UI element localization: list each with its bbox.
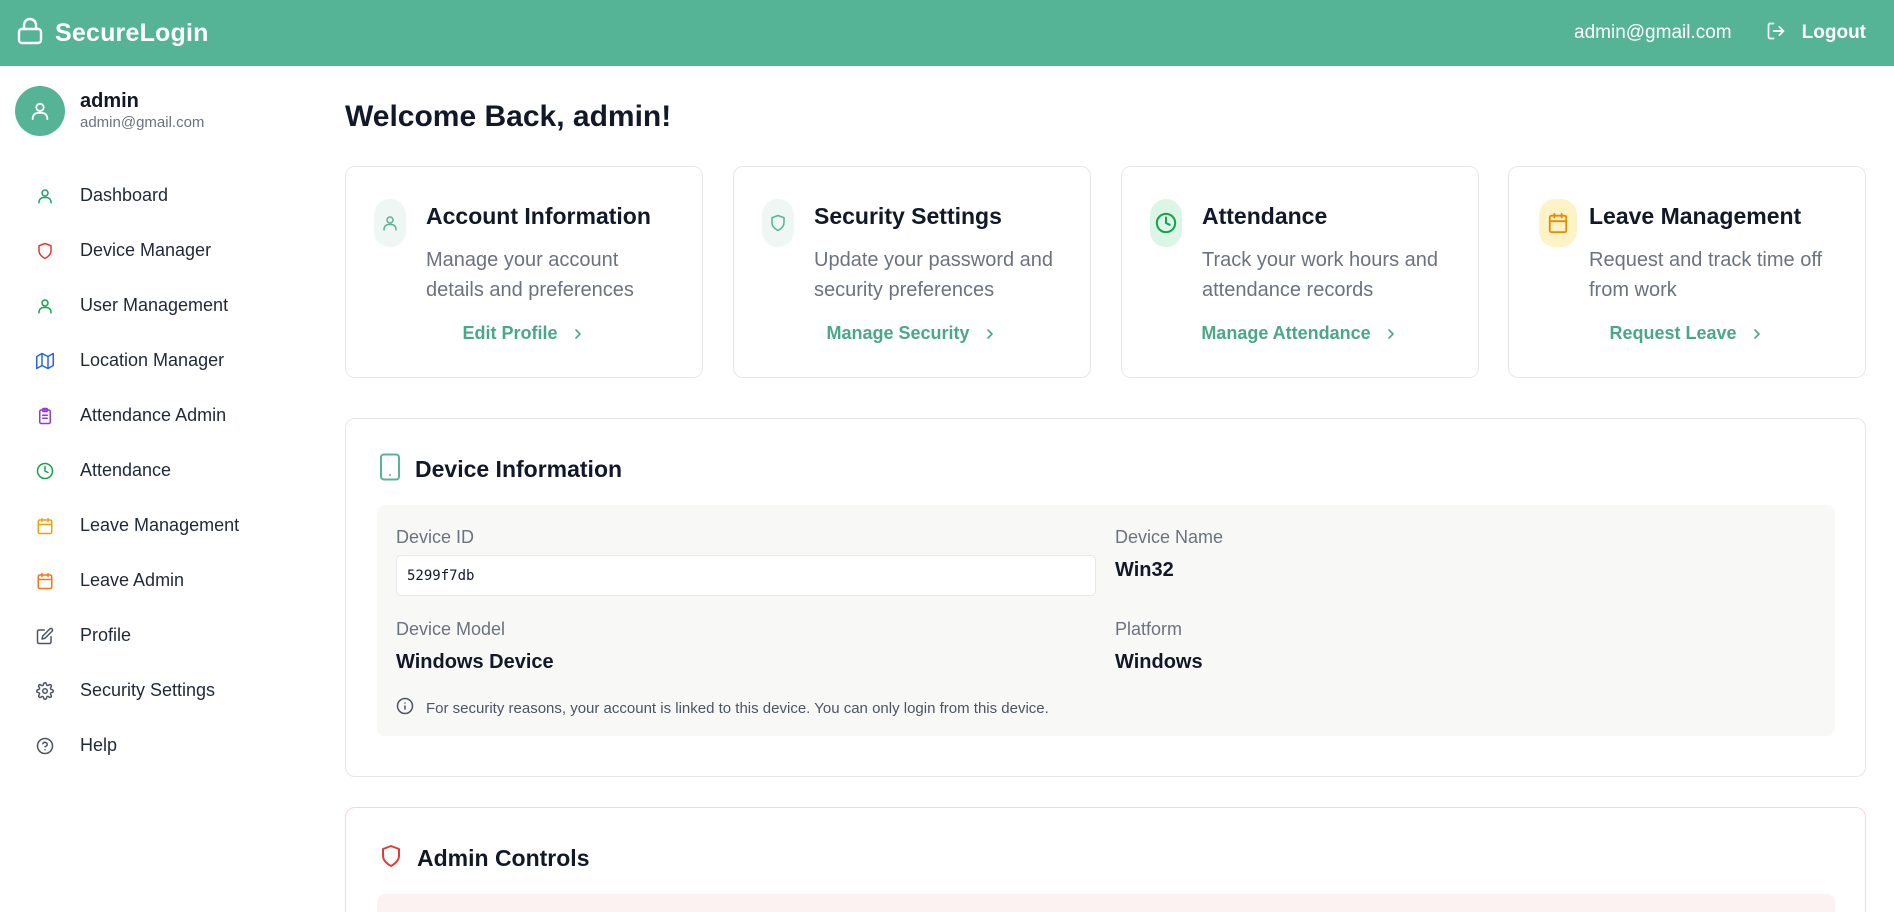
sidebar-item-security-settings[interactable]: Security Settings — [0, 663, 320, 718]
sidebar-item-label: Dashboard — [80, 185, 169, 205]
device-id-field[interactable]: 5299f7db — [396, 555, 1096, 596]
sidebar: admin admin@gmail.com Dashboard Device M… — [0, 66, 320, 912]
calendar-icon — [1539, 199, 1577, 247]
card-link-label: Request Leave — [1609, 323, 1737, 343]
device-notice-text: For security reasons, your account is li… — [426, 699, 1049, 717]
manage-attendance-link[interactable]: Manage Attendance — [1122, 323, 1478, 344]
device-info-box: Device ID 5299f7db Device Name Win32 Dev… — [377, 505, 1835, 736]
clock-icon — [35, 461, 55, 481]
sidebar-item-label: Location Manager — [80, 350, 225, 370]
card-title: Account Information — [426, 203, 651, 229]
gear-icon — [35, 681, 55, 701]
card-title: Security Settings — [814, 203, 1002, 229]
sidebar-item-attendance-admin[interactable]: Attendance Admin — [0, 388, 320, 443]
sidebar-item-label: User Management — [80, 295, 229, 315]
card-leave-management: Leave Management Request and track time … — [1508, 166, 1866, 378]
sidebar-item-user-management[interactable]: User Management — [0, 278, 320, 333]
clipboard-icon — [35, 406, 55, 426]
shield-icon — [35, 241, 55, 261]
platform-label: Platform — [1115, 619, 1183, 639]
sidebar-item-leave-admin[interactable]: Leave Admin — [0, 553, 320, 608]
chevron-right-icon — [570, 326, 586, 342]
sidebar-item-location-manager[interactable]: Location Manager — [0, 333, 320, 388]
sidebar-item-dashboard[interactable]: Dashboard — [0, 168, 320, 223]
device-name-value: Win32 — [1115, 559, 1174, 581]
device-information-title: Device Information — [415, 456, 623, 482]
clock-icon — [1150, 199, 1182, 247]
manage-security-link[interactable]: Manage Security — [734, 323, 1090, 344]
sidebar-item-leave-management[interactable]: Leave Management — [0, 498, 320, 553]
sidebar-item-label: Attendance — [80, 460, 172, 480]
logout-button[interactable]: Logout — [1766, 21, 1866, 46]
user-icon — [374, 199, 406, 247]
device-notice: For security reasons, your account is li… — [396, 697, 1049, 719]
platform-value: Windows — [1115, 651, 1203, 673]
map-icon — [35, 351, 55, 371]
brand-name: SecureLogin — [55, 18, 209, 47]
edit-profile-link[interactable]: Edit Profile — [346, 323, 702, 344]
info-icon — [396, 697, 414, 719]
sidebar-item-label: Security Settings — [80, 680, 216, 700]
avatar — [15, 86, 65, 136]
smartphone-icon — [379, 453, 401, 486]
device-model-label: Device Model — [396, 619, 506, 639]
shield-icon — [379, 842, 403, 875]
card-description: Request and track time off from work — [1589, 249, 1823, 301]
request-leave-link[interactable]: Request Leave — [1509, 323, 1865, 344]
card-attendance: Attendance Track your work hours and att… — [1121, 166, 1479, 378]
device-information-panel: Device Information Device ID 5299f7db De… — [345, 418, 1866, 777]
sidebar-item-help[interactable]: Help — [0, 718, 320, 773]
sidebar-item-label: Leave Admin — [80, 570, 185, 590]
card-description: Update your password and security prefer… — [814, 249, 1054, 301]
card-description: Track your work hours and attendance rec… — [1202, 249, 1439, 301]
calendar-icon — [35, 516, 55, 536]
page-title: Welcome Back, admin! — [345, 100, 672, 133]
device-name-label: Device Name — [1115, 527, 1224, 547]
admin-controls-box — [377, 894, 1835, 912]
device-model-value: Windows Device — [396, 651, 554, 673]
card-title: Leave Management — [1589, 203, 1802, 229]
chevron-right-icon — [1383, 326, 1399, 342]
chevron-right-icon — [1749, 326, 1765, 342]
sidebar-user-email: admin@gmail.com — [80, 114, 205, 131]
lock-icon — [17, 17, 43, 50]
help-circle-icon — [35, 736, 55, 756]
sidebar-item-device-manager[interactable]: Device Manager — [0, 223, 320, 278]
brand[interactable]: SecureLogin — [17, 17, 209, 50]
sidebar-item-label: Device Manager — [80, 240, 212, 260]
user-icon — [35, 296, 55, 316]
sidebar-user-name: admin — [80, 90, 139, 112]
admin-controls-panel: Admin Controls — [345, 807, 1866, 912]
admin-controls-title: Admin Controls — [417, 845, 590, 871]
card-account-information: Account Information Manage your account … — [345, 166, 703, 378]
sidebar-item-label: Leave Management — [80, 515, 240, 535]
calendar-icon — [35, 571, 55, 591]
header-user-email: admin@gmail.com — [1574, 22, 1732, 43]
card-link-label: Edit Profile — [462, 323, 558, 343]
logout-label: Logout — [1801, 22, 1866, 43]
user-icon — [35, 186, 55, 206]
card-description: Manage your account details and preferen… — [426, 249, 634, 301]
shield-icon — [762, 199, 794, 247]
sidebar-item-profile[interactable]: Profile — [0, 608, 320, 663]
device-id-label: Device ID — [396, 527, 475, 547]
card-security-settings: Security Settings Update your password a… — [733, 166, 1091, 378]
sidebar-item-label: Help — [80, 735, 118, 755]
sidebar-item-label: Profile — [80, 625, 132, 645]
sidebar-item-label: Attendance Admin — [80, 405, 227, 425]
edit-icon — [35, 626, 55, 646]
card-title: Attendance — [1202, 203, 1328, 229]
sidebar-user-card: admin admin@gmail.com — [15, 86, 204, 136]
top-bar: SecureLogin admin@gmail.com Logout — [0, 0, 1894, 66]
card-link-label: Manage Security — [826, 323, 970, 343]
logout-icon — [1766, 21, 1786, 46]
sidebar-item-attendance[interactable]: Attendance — [0, 443, 320, 498]
user-icon — [31, 102, 49, 121]
card-link-label: Manage Attendance — [1201, 323, 1371, 343]
chevron-right-icon — [982, 326, 998, 342]
sidebar-nav: Dashboard Device Manager User Management… — [0, 168, 320, 773]
